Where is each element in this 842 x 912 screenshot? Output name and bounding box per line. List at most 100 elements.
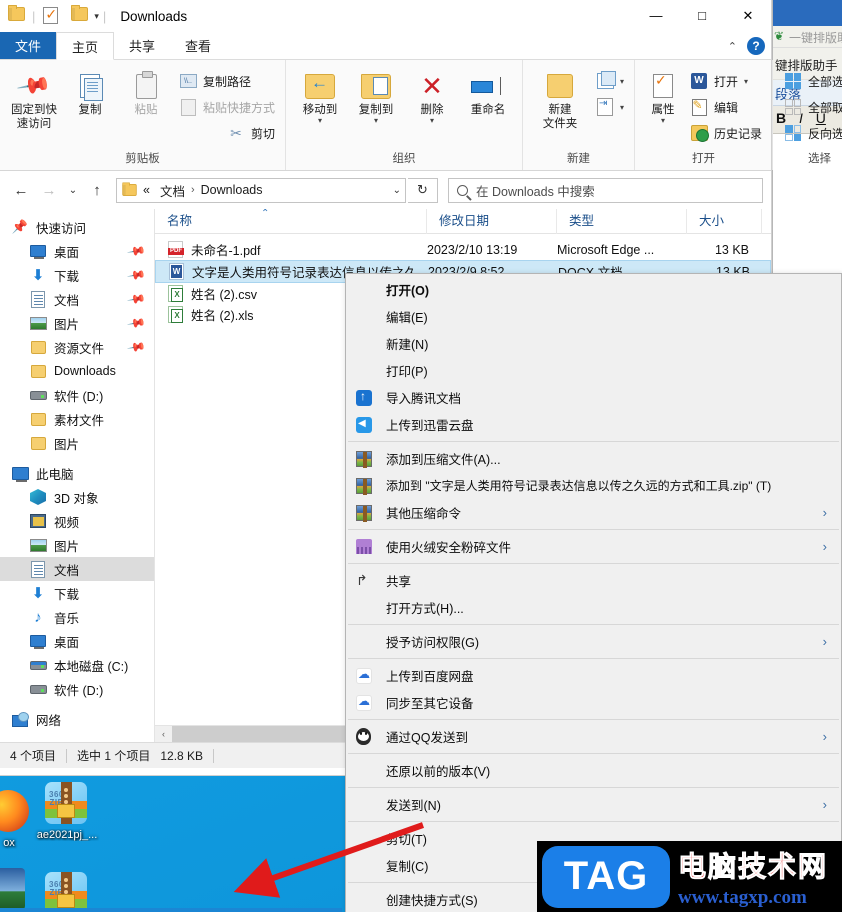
delete-button[interactable]: ✕ 删除 ▾ (404, 64, 460, 125)
desktop-icon-ae2021pj[interactable]: 360 ZIP ae2021pj_... (28, 782, 106, 841)
move-to-dropdown-icon[interactable]: ▾ (318, 117, 322, 125)
pin-to-quick-access-button[interactable]: 📌 固定到快 速访问 (6, 64, 62, 131)
breadcrumb-sep[interactable]: › (191, 184, 195, 196)
back-button[interactable]: ← (8, 177, 34, 203)
sidebar-item-desktop[interactable]: 桌面 📌 (0, 239, 154, 263)
open-with-button[interactable]: W 打开 ▾ (685, 68, 766, 94)
paste-shortcut-button[interactable]: 粘贴快捷方式 (174, 94, 279, 120)
new-item-button[interactable]: ▾ (591, 68, 628, 94)
select-none-button[interactable]: 全部取消 (779, 94, 842, 120)
maximize-button[interactable]: □ (679, 0, 725, 31)
new-folder-quick-icon[interactable] (71, 5, 89, 25)
navigation-pane[interactable]: 📌 快速访问 桌面 📌 ⬇ 下载 📌 文档 📌 图片 📌 资源文件 📌 Down… (0, 209, 155, 742)
qat-customize-caret[interactable]: ▾ (94, 11, 99, 22)
menu-item-share[interactable]: ↱ 共享 (346, 567, 841, 594)
menu-item-import-tencent-docs[interactable]: 导入腾讯文档 (346, 384, 841, 411)
menu-item-open-with[interactable]: 打开方式(H)... (346, 594, 841, 621)
easy-access-button[interactable]: ▾ (591, 94, 628, 120)
tab-file[interactable]: 文件 (0, 32, 57, 59)
up-button[interactable]: ↑ (84, 177, 110, 203)
sidebar-item-software-d-pc[interactable]: 软件 (D:) (0, 677, 154, 701)
column-header-type[interactable]: 类型 (557, 209, 687, 234)
properties-dropdown-icon[interactable]: ▾ (661, 117, 665, 125)
menu-item-huorong-shred[interactable]: 使用火绒安全粉碎文件 › (346, 533, 841, 560)
menu-item-add-to-named-zip[interactable]: 添加到 "文字是人类用符号记录表达信息以传之久远的方式和工具.zip" (T) (346, 472, 841, 499)
menu-item-upload-baidu[interactable]: 上传到百度网盘 (346, 662, 841, 689)
menu-item-upload-xunlei[interactable]: 上传到迅雷云盘 (346, 411, 841, 438)
easy-access-dropdown-icon[interactable]: ▾ (620, 103, 624, 112)
sidebar-item-downloads-folder[interactable]: Downloads (0, 359, 154, 383)
pin-icon[interactable]: 📌 (126, 337, 146, 357)
address-dropdown-icon[interactable]: ⌄ (393, 185, 401, 196)
copy-path-button[interactable]: \\.. 复制路径 (174, 68, 279, 94)
pin-icon[interactable]: 📌 (126, 289, 146, 309)
properties-quick-icon[interactable] (43, 6, 61, 25)
properties-button[interactable]: 属性 ▾ (641, 64, 685, 125)
sidebar-item-material-folder[interactable]: 素材文件 (0, 407, 154, 431)
sidebar-item-music[interactable]: ♪ 音乐 (0, 605, 154, 629)
delete-dropdown-icon[interactable]: ▾ (430, 117, 434, 125)
close-button[interactable]: ✕ (725, 0, 771, 31)
menu-item-other-archive-commands[interactable]: 其他压缩命令 › (346, 499, 841, 526)
cut-button[interactable]: ✂ 剪切 (174, 120, 279, 146)
sidebar-item-this-pc[interactable]: 此电脑 (0, 461, 154, 485)
copy-button[interactable]: 复制 (62, 64, 118, 117)
paste-button[interactable]: 粘贴 (118, 64, 174, 117)
menu-item-open[interactable]: 打开(O) (346, 276, 841, 303)
sidebar-item-documents[interactable]: 文档 📌 (0, 287, 154, 311)
new-folder-button[interactable]: 新建 文件夹 (529, 64, 591, 131)
collapse-ribbon-icon[interactable]: ⌃ (728, 40, 737, 53)
sidebar-item-quick-access[interactable]: 📌 快速访问 (0, 215, 154, 239)
rename-button[interactable]: 重命名 (460, 64, 516, 117)
sidebar-item-videos[interactable]: 视频 (0, 509, 154, 533)
select-all-button[interactable]: 全部选择 (779, 68, 842, 94)
sidebar-item-software-d[interactable]: 软件 (D:) (0, 383, 154, 407)
menu-item-new[interactable]: 新建(N) (346, 330, 841, 357)
column-header-date[interactable]: 修改日期 (427, 209, 557, 234)
scroll-left-arrow[interactable]: ‹ (155, 729, 172, 739)
invert-selection-button[interactable]: 反向选择 (779, 120, 842, 146)
open-dropdown-icon[interactable]: ▾ (744, 77, 748, 86)
sidebar-item-pictures-folder[interactable]: 图片 (0, 431, 154, 455)
copy-to-button[interactable]: 复制到 ▾ (348, 64, 404, 125)
tab-view[interactable]: 查看 (170, 32, 226, 59)
menu-item-send-to[interactable]: 发送到(N) › (346, 791, 841, 818)
minimize-button[interactable]: — (633, 0, 679, 31)
sidebar-item-pictures[interactable]: 图片 📌 (0, 311, 154, 335)
menu-item-add-to-archive[interactable]: 添加到压缩文件(A)... (346, 445, 841, 472)
breadcrumb-documents[interactable]: 文档 (160, 181, 185, 200)
sidebar-item-3d-objects[interactable]: 3D 对象 (0, 485, 154, 509)
menu-item-send-via-qq[interactable]: 通过QQ发送到 › (346, 723, 841, 750)
menu-item-print[interactable]: 打印(P) (346, 357, 841, 384)
column-header-size[interactable]: 大小 (687, 209, 762, 234)
history-button[interactable]: 历史记录 (685, 120, 766, 146)
pin-icon[interactable]: 📌 (126, 241, 146, 261)
sidebar-item-downloads[interactable]: ⬇ 下载 📌 (0, 263, 154, 287)
help-button[interactable]: ? (747, 37, 765, 55)
forward-button[interactable]: → (36, 177, 62, 203)
sidebar-item-pictures-pc[interactable]: 图片 (0, 533, 154, 557)
tab-share[interactable]: 共享 (114, 32, 170, 59)
sidebar-item-desktop-pc[interactable]: 桌面 (0, 629, 154, 653)
desktop-icon-picture[interactable] (0, 868, 44, 912)
table-row[interactable]: 未命名-1.pdf 2023/2/10 13:19 Microsoft Edge… (155, 239, 771, 260)
pin-icon[interactable]: 📌 (126, 265, 146, 285)
search-box[interactable]: 在 Downloads 中搜索 (448, 177, 763, 203)
pin-icon[interactable]: 📌 (126, 313, 146, 333)
sidebar-item-network[interactable]: 网络 (0, 707, 154, 731)
refresh-button[interactable]: ↻ (408, 177, 438, 203)
sidebar-item-local-disk-c[interactable]: 本地磁盘 (C:) (0, 653, 154, 677)
menu-item-sync-other-devices[interactable]: 同步至其它设备 (346, 689, 841, 716)
edit-button[interactable]: 编辑 (685, 94, 766, 120)
new-item-dropdown-icon[interactable]: ▾ (620, 77, 624, 86)
tab-home[interactable]: 主页 (56, 32, 115, 60)
sidebar-item-resource-folder[interactable]: 资源文件 📌 (0, 335, 154, 359)
menu-item-restore-previous-versions[interactable]: 还原以前的版本(V) (346, 757, 841, 784)
move-to-button[interactable]: 移动到 ▾ (292, 64, 348, 125)
crumb-prefix[interactable]: « (143, 183, 150, 197)
sidebar-item-downloads-pc[interactable]: ⬇ 下载 (0, 581, 154, 605)
copy-to-dropdown-icon[interactable]: ▾ (374, 117, 378, 125)
address-bar[interactable]: « 文档 › Downloads ⌄ (116, 177, 406, 203)
sidebar-item-documents-pc[interactable]: 文档 (0, 557, 154, 581)
menu-item-grant-access[interactable]: 授予访问权限(G) › (346, 628, 841, 655)
